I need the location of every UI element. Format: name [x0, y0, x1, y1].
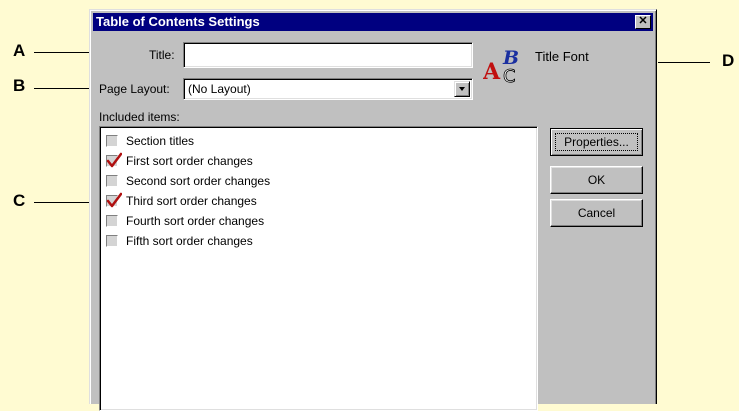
close-button[interactable]: ✕	[635, 15, 651, 29]
title-label: Title:	[149, 48, 175, 62]
list-item[interactable]: First sort order changes	[104, 151, 524, 171]
title-field[interactable]	[183, 42, 473, 68]
dialog-title: Table of Contents Settings	[96, 14, 260, 29]
item-label: Fourth sort order changes	[126, 214, 265, 228]
list-item[interactable]: Third sort order changes	[104, 191, 524, 211]
item-checkbox[interactable]	[106, 135, 118, 147]
list-item[interactable]: Fifth sort order changes	[104, 231, 524, 251]
page-layout-dropdown-button[interactable]	[454, 81, 470, 97]
page-layout-select[interactable]: (No Layout)	[183, 78, 473, 100]
list-item[interactable]: Section titles	[104, 131, 524, 151]
item-checkbox[interactable]	[106, 235, 118, 247]
callout-a: A	[13, 41, 26, 60]
cancel-button-label: Cancel	[577, 206, 616, 220]
title-font-label[interactable]: Title Font	[535, 50, 589, 64]
item-checkbox[interactable]	[106, 192, 122, 208]
properties-button[interactable]: Properties...	[550, 128, 643, 156]
cancel-button[interactable]: Cancel	[550, 199, 643, 227]
callout-line-d	[658, 62, 710, 63]
item-checkbox[interactable]	[106, 152, 122, 168]
checkmark-icon	[106, 152, 122, 168]
font-icon[interactable]: B A C	[482, 45, 525, 87]
page-layout-label: Page Layout:	[99, 82, 170, 96]
callout-line-b	[34, 88, 97, 89]
callout-d: D	[722, 51, 735, 70]
item-label: Third sort order changes	[126, 194, 257, 208]
item-label: Section titles	[126, 134, 195, 148]
dialog-titlebar[interactable]: Table of Contents Settings ✕	[93, 13, 653, 31]
list-item[interactable]: Second sort order changes	[104, 171, 524, 191]
item-label: Second sort order changes	[126, 174, 271, 188]
callout-b: B	[13, 76, 26, 95]
callout-line-a	[34, 52, 97, 53]
callout-c: C	[13, 191, 26, 210]
list-item[interactable]: Fourth sort order changes	[104, 211, 524, 231]
chevron-down-icon	[459, 87, 465, 91]
properties-button-label: Properties...	[564, 135, 629, 149]
item-label: Fifth sort order changes	[126, 234, 253, 248]
ok-button[interactable]: OK	[550, 166, 643, 194]
ok-button-label: OK	[587, 173, 606, 187]
item-checkbox[interactable]	[106, 175, 118, 187]
close-icon: ✕	[638, 15, 648, 27]
included-items-label: Included items:	[99, 110, 180, 124]
page-layout-value: (No Layout)	[188, 82, 251, 96]
svg-text:A: A	[483, 59, 501, 85]
svg-text:C: C	[503, 66, 516, 85]
included-items-list[interactable]: Section titles First sort order changes …	[99, 126, 538, 411]
font-icon-graphic: B A C	[482, 47, 519, 87]
item-checkbox[interactable]	[106, 215, 118, 227]
checkmark-icon	[106, 192, 122, 208]
toc-settings-dialog: Table of Contents Settings ✕ Title: Page…	[89, 9, 657, 411]
item-label: First sort order changes	[126, 154, 253, 168]
